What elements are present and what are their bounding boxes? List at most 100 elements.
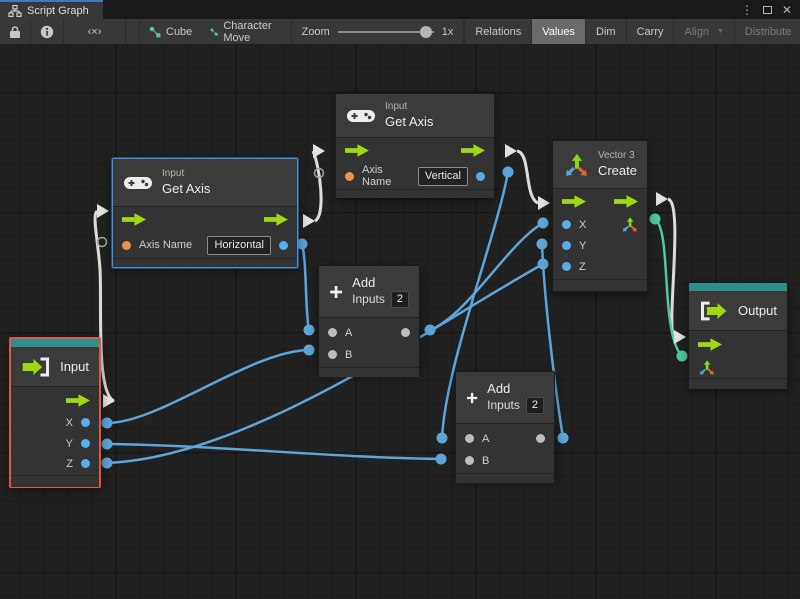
flow-arrowhead (538, 196, 550, 210)
node-footer (456, 473, 554, 483)
inputs-count-field[interactable]: 2 (526, 397, 544, 414)
node-get-axis-vertical[interactable]: InputGet Axis Axis Name Vertical (335, 93, 495, 198)
node-accent-strip (689, 283, 787, 291)
flow-out-arrow-icon[interactable] (461, 144, 485, 157)
inputs-label: Inputs (352, 292, 385, 307)
dim-toggle[interactable]: Dim (585, 19, 626, 44)
node-get-axis-horizontal[interactable]: InputGet Axis Axis Name Horizontal (112, 158, 298, 268)
node-header: InputGet Axis (113, 159, 297, 207)
z-out-port[interactable] (81, 459, 90, 468)
node-title: Output (738, 303, 777, 318)
input-b-label: B (482, 455, 545, 467)
window-controls: ⋮ ✕ (741, 0, 800, 19)
node-title: Get Axis (162, 181, 210, 197)
chevron-down-icon: ▼ (717, 28, 724, 35)
axis-name-port[interactable] (122, 241, 131, 250)
wire-input-x-to-add1-b[interactable] (107, 350, 309, 423)
flow-in-arrow-icon[interactable] (698, 338, 722, 351)
breadcrumb-character-move[interactable]: Character Move (201, 19, 284, 44)
node-add-1[interactable]: Add Inputs2 A B (318, 265, 420, 370)
input-a-label: A (482, 433, 528, 445)
y-label: Y (579, 240, 638, 252)
lock-button[interactable] (0, 19, 31, 44)
node-vector3-create[interactable]: Vector 3Create X Y (552, 140, 648, 292)
tab-title: Script Graph (27, 5, 89, 17)
node-add-2[interactable]: Add Inputs2 A B (455, 371, 555, 477)
x-port[interactable] (562, 220, 571, 229)
zoom-level: 1x (442, 26, 454, 38)
toolbar-separator (126, 19, 140, 44)
breadcrumb-cube[interactable]: Cube (140, 19, 201, 44)
distribute-label: Distribute (745, 26, 791, 38)
flow-in-arrow-icon[interactable] (122, 213, 146, 226)
port-row-b: B (319, 344, 419, 365)
plus-icon (329, 279, 343, 305)
x-out-port[interactable] (81, 418, 90, 427)
gamepad-icon (346, 107, 376, 125)
flow-wire-getaxis-horizontal-to-vertical[interactable] (313, 151, 321, 221)
y-out-port[interactable] (81, 439, 90, 448)
axis-name-port[interactable] (345, 172, 354, 181)
script-graph-tab[interactable]: Script Graph (0, 0, 103, 19)
flow-in-arrow-icon[interactable] (345, 144, 369, 157)
angle-brackets-icon: ‹×› (88, 26, 102, 38)
input-b-port[interactable] (328, 350, 337, 359)
input-a-port[interactable] (328, 328, 337, 337)
graph-canvas[interactable]: InputGet Axis Axis Name Vertical (0, 45, 800, 599)
input-b-port[interactable] (465, 456, 474, 465)
sum-out-port[interactable] (401, 328, 410, 337)
node-footer (689, 378, 787, 389)
flow-wire-getaxis-vertical-to-vector3[interactable] (517, 151, 538, 203)
flow-in-arrow-icon[interactable] (562, 195, 586, 208)
node-title: Create (598, 163, 637, 179)
info-button[interactable] (31, 19, 64, 44)
node-subtitle: Input (385, 101, 433, 114)
inputs-count-field[interactable]: 2 (391, 291, 409, 308)
node-header: InputGet Axis (336, 94, 494, 138)
input-a-port[interactable] (465, 434, 474, 443)
align-dropdown[interactable]: Align ▼ (673, 19, 733, 44)
axis-name-label: Axis Name (139, 239, 199, 251)
maximize-button[interactable] (763, 6, 772, 14)
align-label: Align (684, 26, 708, 38)
carry-toggle[interactable]: Carry (626, 19, 674, 44)
wire-add1-out-to-vector3-x[interactable] (430, 223, 543, 330)
zoom-slider[interactable] (338, 26, 434, 38)
flow-arrowhead (674, 330, 686, 344)
vector3-in-port[interactable] (698, 359, 715, 376)
node-footer (553, 279, 647, 291)
node-footer (319, 367, 419, 377)
value-out-port[interactable] (279, 241, 288, 250)
code-preview-button[interactable]: ‹×› (64, 19, 126, 44)
flow-out-arrow-icon[interactable] (264, 213, 288, 226)
x-label: X (579, 219, 613, 231)
menu-button[interactable]: ⋮ (741, 4, 753, 16)
node-footer (336, 189, 494, 198)
gamepad-icon (123, 174, 153, 192)
relations-label: Relations (475, 26, 521, 38)
value-out-port[interactable] (476, 172, 485, 181)
node-header: Add Inputs2 (456, 372, 554, 424)
values-toggle[interactable]: Values (531, 19, 585, 44)
relations-toggle[interactable]: Relations (464, 19, 531, 44)
axis-name-field[interactable]: Horizontal (207, 236, 271, 255)
port-row-z: Z (553, 256, 647, 277)
vector3-out-port[interactable] (621, 216, 638, 233)
port-row-y: Y (553, 235, 647, 256)
graph-node-icon (210, 26, 218, 38)
flow-out-arrow-icon[interactable] (66, 394, 90, 407)
wire-horizontal-value-to-add1-a[interactable] (302, 244, 309, 330)
axis-name-field[interactable]: Vertical (418, 167, 468, 186)
vector3-mini-icon (698, 359, 715, 376)
node-input[interactable]: Input X Y Z (9, 337, 101, 488)
zoom-slider-handle[interactable] (420, 26, 432, 38)
z-port[interactable] (562, 262, 571, 271)
distribute-dropdown[interactable]: Distribute▼ (734, 19, 800, 44)
sum-out-port[interactable] (536, 434, 545, 443)
close-button[interactable]: ✕ (782, 4, 792, 16)
node-header: Add Inputs2 (319, 266, 419, 318)
node-subtitle: Vector 3 (598, 150, 637, 163)
node-output[interactable]: Output (688, 282, 788, 388)
y-port[interactable] (562, 241, 571, 250)
flow-out-arrow-icon[interactable] (614, 195, 638, 208)
